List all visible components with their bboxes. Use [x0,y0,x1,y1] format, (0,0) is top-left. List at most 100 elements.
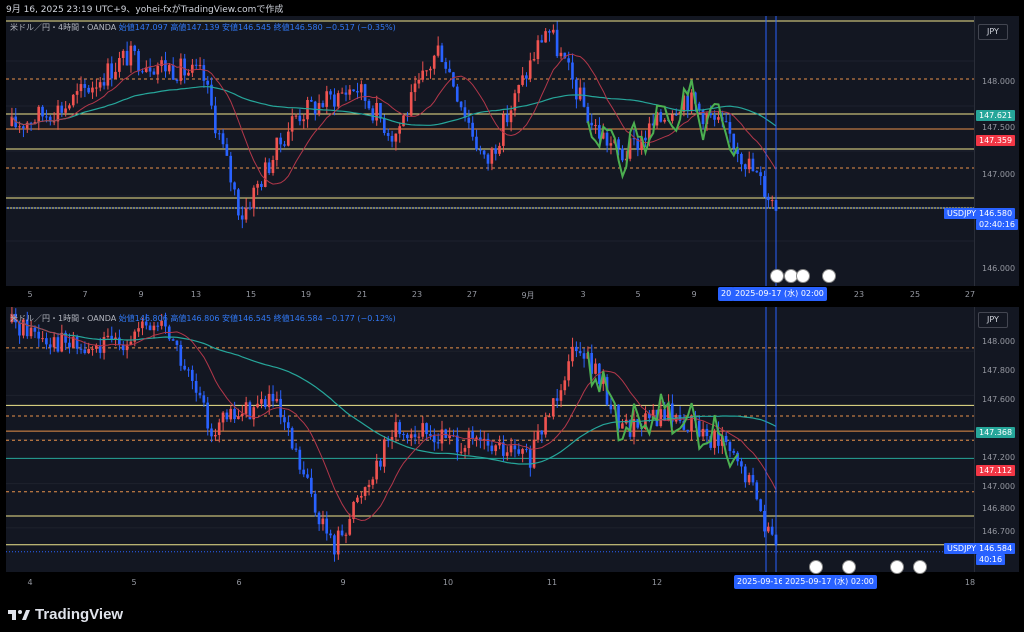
candle-body [83,84,87,88]
candle-body [121,50,125,58]
candle-body [394,133,398,142]
candle-body [106,63,110,86]
candle-body [240,215,244,220]
candle-body [478,149,482,151]
time-tick: 13 [190,290,202,299]
candle-body [83,349,87,354]
time-tick: 3 [580,290,586,299]
time-tick: 19 [300,290,312,299]
candle-body [263,162,267,187]
time-tick: 5 [635,290,641,299]
crosshair-date-tag-4h-b: 2025-09-17 (水) 02:00 [732,287,827,301]
candle-body [402,115,405,127]
candle-body [260,399,263,404]
candle-body [22,126,25,129]
event-marker-icon[interactable] [842,560,856,574]
candle-body [548,31,551,33]
candle-body [429,68,432,71]
candle-body [45,116,48,118]
time-tick: 5 [27,290,33,299]
candle-body [18,126,21,128]
candle-body [697,103,701,110]
oscillator-line-green [586,79,739,180]
candle-body [79,348,83,350]
time-tick: 11 [546,578,558,587]
candlestick-chart-1h[interactable] [6,307,974,572]
candle-body [425,423,428,435]
candle-body [302,469,305,475]
candle-body [198,65,202,67]
candle-body [617,139,620,149]
candle-body [770,200,774,202]
candle-body [670,114,674,121]
candle-body [359,84,363,93]
candle-body [582,87,586,107]
event-marker-icon[interactable] [809,560,823,574]
event-marker-icon[interactable] [890,560,904,574]
candle-body [471,431,474,439]
time-tick: 21 [356,290,368,299]
candle-body [29,327,33,337]
candle-body [340,530,344,536]
price-axis-4h[interactable] [974,16,1019,286]
price-tag-red-1h: 147.112 [976,465,1016,476]
candle-body [356,91,359,93]
candle-body [452,72,455,87]
candle-body [41,106,44,117]
candle-body [379,460,382,467]
event-marker-icon[interactable] [796,269,810,283]
candle-body [494,148,497,154]
legend-values-4h: 始値147.097 高値147.139 安値146.545 終値146.580 … [118,23,396,32]
candle-body [60,105,64,113]
candle-body [548,416,551,418]
candle-body [459,101,463,108]
time-tick: 12 [651,578,663,587]
candle-body [494,445,497,452]
chart-pane-4h[interactable] [6,16,974,286]
chart-pane-1h[interactable] [6,307,974,572]
candle-body [152,71,156,75]
event-marker-icon[interactable] [770,269,784,283]
time-tick: 18 [964,578,976,587]
candle-body [237,189,240,216]
candle-body [571,62,574,80]
candle-body [187,72,190,76]
candle-body [286,131,290,146]
candle-body [336,530,340,555]
candle-body [340,92,344,94]
candle-body [532,59,536,61]
tradingview-logo[interactable]: TradingView [8,606,123,623]
price-tick-1h: 147.000 [982,482,1016,491]
candle-body [356,497,359,502]
candle-body [755,171,759,173]
candle-body [167,65,171,72]
candle-body [732,451,736,453]
candle-body [740,461,743,467]
candle-body [363,84,367,101]
candle-body [148,67,152,72]
candle-body [240,413,244,417]
event-marker-icon[interactable] [822,269,836,283]
candle-body [490,445,494,452]
currency-button-4h[interactable]: JPY [978,24,1008,40]
price-tag-cyan-1h: 147.368 [976,427,1016,438]
candle-body [574,79,578,100]
candle-body [690,415,693,432]
candle-body [352,89,355,92]
candle-body [409,434,413,439]
candle-body [202,65,206,81]
candle-body [701,109,705,125]
candlestick-chart-4h[interactable] [6,16,974,286]
candle-body [528,60,532,79]
candle-body [386,132,390,136]
candle-body [244,402,248,414]
candle-body [475,136,478,150]
candle-body [198,392,202,396]
candle-body [229,408,233,420]
candle-body [321,518,325,525]
event-marker-icon[interactable] [913,560,927,574]
currency-button-1h[interactable]: JPY [978,312,1008,328]
candle-body [310,477,313,494]
candle-body [179,344,183,366]
candle-body [402,434,405,436]
